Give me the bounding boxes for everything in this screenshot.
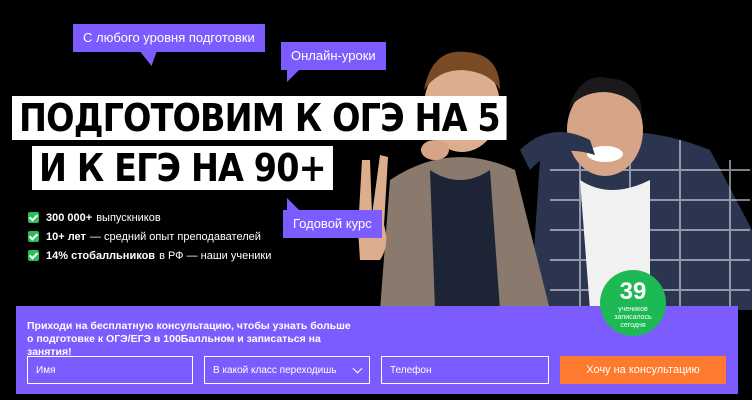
- bubble-tail: [287, 70, 299, 82]
- consultation-text: Приходи на бесплатную консультацию, чтоб…: [27, 320, 351, 358]
- benefits-list: 300 000+ выпускников 10+ лет — средний о…: [28, 208, 271, 265]
- benefit-bold: 300 000+: [46, 211, 93, 224]
- benefit-text: — средний опыт преподавателей: [89, 230, 261, 243]
- chevron-down-icon: [352, 363, 363, 373]
- headline-line-1: ПОДГОТОВИМ К ОГЭ НА 5: [12, 96, 507, 140]
- checkmark-icon: [28, 212, 39, 223]
- bubble-online-lessons: Онлайн-уроки: [281, 42, 386, 82]
- list-item: 10+ лет — средний опыт преподавателей: [28, 227, 271, 246]
- bubble-online-lessons-text: Онлайн-уроки: [291, 48, 376, 63]
- checkmark-icon: [28, 231, 39, 242]
- list-item: 14% стобалльников в РФ — наши ученики: [28, 246, 271, 265]
- bubble-any-level-text: С любого уровня подготовки: [83, 30, 255, 45]
- name-input[interactable]: [27, 356, 193, 384]
- teachers-photo: [358, 51, 752, 310]
- bubble-tail: [140, 52, 162, 66]
- consultation-button[interactable]: Хочу на консультацию: [560, 356, 726, 384]
- checkmark-icon: [28, 250, 39, 261]
- signups-today-badge: 39 учеников записалось сегодня: [600, 270, 666, 336]
- class-select-value: В какой класс переходишь: [213, 364, 337, 376]
- hero-banner: С любого уровня подготовки Онлайн-уроки …: [0, 0, 752, 400]
- bubble-annual-course: Годовой курс: [283, 198, 382, 238]
- bubble-tail: [287, 198, 299, 210]
- list-item: 300 000+ выпускников: [28, 208, 271, 227]
- benefit-bold: 10+ лет: [46, 230, 86, 243]
- benefit-text: в РФ — наши ученики: [159, 249, 272, 262]
- phone-input[interactable]: [381, 356, 549, 384]
- benefit-bold: 14% стобалльников: [46, 249, 156, 262]
- signups-count: 39: [619, 278, 647, 305]
- headline-line-2: И К ЕГЭ НА 90+: [32, 146, 333, 190]
- bubble-annual-course-text: Годовой курс: [293, 216, 372, 231]
- benefit-text: выпускников: [96, 211, 161, 224]
- signups-label: учеников записалось сегодня: [614, 306, 652, 329]
- class-select[interactable]: В какой класс переходишь: [204, 356, 370, 384]
- bubble-any-level: С любого уровня подготовки: [73, 24, 265, 66]
